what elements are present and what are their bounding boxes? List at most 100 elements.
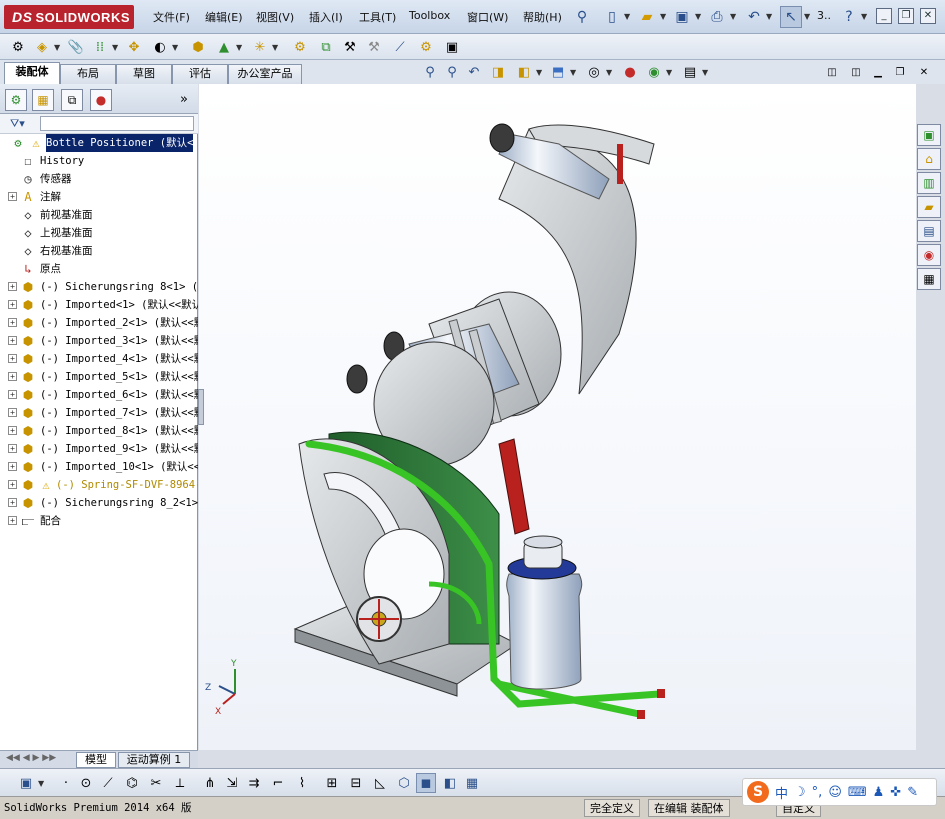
tree-root-assembly[interactable]: ⚙ ⚠ Bottle Positioner (默认<: [0, 134, 198, 152]
save-dropdown-icon[interactable]: ▼: [695, 12, 701, 21]
tab-model[interactable]: 模型: [76, 752, 116, 768]
tree-item-2[interactable]: + A 注解: [0, 188, 198, 206]
minimize-icon[interactable]: _: [876, 8, 892, 24]
tree-component-2[interactable]: + ⬢ (-) Imported<1> (默认<<默认: [0, 296, 198, 314]
polygon-icon[interactable]: ⌬: [122, 773, 142, 793]
bill-of-materials-icon[interactable]: ⚙: [290, 37, 310, 57]
tree-component-9[interactable]: + ⬢ (-) Imported_8<1> (默认<<默: [0, 422, 198, 440]
shaded-icon[interactable]: ◼: [416, 773, 436, 793]
tree-component-4[interactable]: + ⬢ (-) Imported_3<1> (默认<<默: [0, 332, 198, 350]
ime-settings-icon[interactable]: ✎: [907, 785, 918, 800]
extend-icon[interactable]: ⟂: [170, 773, 190, 793]
open-folder-icon[interactable]: ▰: [636, 6, 658, 28]
close-icon[interactable]: ✕: [920, 8, 936, 24]
dimension-icon[interactable]: ⊞: [322, 773, 342, 793]
save-bottom-dropdown-icon[interactable]: ▼: [38, 779, 44, 788]
panel-splitter-handle[interactable]: [198, 389, 204, 425]
section-bottom-icon[interactable]: ◧: [440, 773, 460, 793]
viewport-close-icon[interactable]: ✕: [914, 62, 934, 82]
tree-component-6[interactable]: + ⬢ (-) Imported_5<1> (默认<<默: [0, 368, 198, 386]
assembly-model[interactable]: Y Z X: [199, 84, 916, 750]
exploded-view-icon[interactable]: ⧉: [316, 37, 336, 57]
expand-toggle-icon[interactable]: +: [8, 192, 17, 201]
expand-panel-icon[interactable]: »: [180, 92, 188, 107]
menu-file[interactable]: 文件(F): [153, 9, 190, 25]
ime-punct-icon[interactable]: °,: [812, 785, 823, 800]
zoom-area-icon[interactable]: ⚲: [442, 62, 462, 82]
menu-help[interactable]: 帮助(H): [523, 9, 562, 25]
orientation-dropdown-icon[interactable]: ▼: [570, 68, 576, 77]
linear-pattern-icon[interactable]: ⁞⁞: [90, 37, 110, 57]
tree-component-12[interactable]: + ⬢ ⚠ (-) Spring-SF-DVF-8964-: [0, 476, 198, 494]
tab-sketch[interactable]: 草图: [116, 64, 172, 84]
convert-entities-icon[interactable]: ⇲: [222, 773, 242, 793]
select-dropdown-icon[interactable]: ▼: [804, 12, 810, 21]
filter-input[interactable]: [40, 116, 194, 131]
tree-item-5[interactable]: ◇ 右视基准面: [0, 242, 198, 260]
menu-view[interactable]: 视图(V): [256, 9, 294, 25]
relation-icon[interactable]: ◺: [370, 773, 390, 793]
new-motion-study-icon[interactable]: ✳: [250, 37, 270, 57]
mate-icon[interactable]: 📎: [66, 37, 86, 57]
part-dropdown-icon[interactable]: ▼: [54, 43, 60, 52]
zoom-to-fit-icon[interactable]: ⚲: [420, 62, 440, 82]
snapshot-icon[interactable]: ▣: [442, 37, 462, 57]
ime-user-icon[interactable]: ♟: [873, 785, 885, 800]
tab-office-products[interactable]: 办公室产品: [228, 64, 302, 84]
hide-show-items-icon[interactable]: ◎: [584, 62, 604, 82]
tab-motion-study-1[interactable]: 运动算例 1: [118, 752, 190, 768]
tree-component-8[interactable]: + ⬢ (-) Imported_7<1> (默认<<默: [0, 404, 198, 422]
explode-line-icon[interactable]: ⚒: [340, 37, 360, 57]
appearances-icon[interactable]: ◉: [917, 244, 941, 266]
smart-dimension-icon[interactable]: ⊟: [346, 773, 366, 793]
design-library-icon[interactable]: ▥: [917, 172, 941, 194]
annotation-dropdown-icon[interactable]: ▼: [536, 68, 542, 77]
corner-icon[interactable]: ⌐: [268, 773, 288, 793]
reference-dropdown-icon[interactable]: ▼: [236, 43, 242, 52]
help-dropdown-icon[interactable]: ▼: [861, 12, 867, 21]
expand-toggle-icon[interactable]: +: [8, 318, 17, 327]
open-dropdown-icon[interactable]: ▼: [660, 12, 666, 21]
hide-show-dropdown-icon[interactable]: ▼: [606, 68, 612, 77]
circle-icon[interactable]: ⊙: [76, 773, 96, 793]
ime-keyboard-icon[interactable]: ⌨: [848, 785, 867, 800]
print-icon[interactable]: ⎙: [706, 6, 728, 28]
dynamic-annotation-icon[interactable]: ◧: [514, 62, 534, 82]
expand-toggle-icon[interactable]: +: [8, 390, 17, 399]
tree-component-1[interactable]: + ⬢ (-) Sicherungsring 8<1> (默: [0, 278, 198, 296]
split-left-icon[interactable]: ◫: [822, 62, 842, 82]
assembly-feature-icon[interactable]: ⬢: [188, 37, 208, 57]
insert-component-icon[interactable]: ⚙: [8, 37, 28, 57]
save-bottom-icon[interactable]: ▣: [16, 773, 36, 793]
edit-appearance-icon[interactable]: ●: [620, 62, 640, 82]
tree-component-7[interactable]: + ⬢ (-) Imported_6<1> (默认<<默: [0, 386, 198, 404]
point-icon[interactable]: ·: [56, 773, 76, 793]
motion-dropdown-icon[interactable]: ▼: [272, 43, 278, 52]
show-hidden-icon[interactable]: ◐: [150, 37, 170, 57]
new-document-icon[interactable]: ▯: [601, 6, 623, 28]
expand-toggle-icon[interactable]: +: [8, 372, 17, 381]
split-right-icon[interactable]: ◫: [846, 62, 866, 82]
graphics-area[interactable]: Y Z X: [198, 84, 916, 750]
display-manager-tab-icon[interactable]: ●: [90, 89, 112, 111]
tab-evaluate[interactable]: 评估: [172, 64, 228, 84]
view-settings-icon[interactable]: ▤: [680, 62, 700, 82]
home-icon[interactable]: ⌂: [917, 148, 941, 170]
view-settings-dropdown-icon[interactable]: ▼: [702, 68, 708, 77]
reference-geometry-icon[interactable]: ▲: [214, 37, 234, 57]
view-palette-icon[interactable]: ▤: [917, 220, 941, 242]
new-dropdown-icon[interactable]: ▼: [624, 12, 630, 21]
feature-manager-tab-icon[interactable]: ⚙: [5, 89, 27, 111]
ime-emoji-icon[interactable]: ☺: [828, 785, 842, 800]
instant3d-icon[interactable]: ⟋: [390, 37, 410, 57]
expand-toggle-icon[interactable]: +: [8, 444, 17, 453]
tree-component-11[interactable]: + ⬢ (-) Imported_10<1> (默认<<: [0, 458, 198, 476]
tree-item-0[interactable]: ☐ History: [0, 152, 198, 170]
show-dropdown-icon[interactable]: ▼: [172, 43, 178, 52]
expand-toggle-icon[interactable]: +: [8, 426, 17, 435]
menu-insert[interactable]: 插入(I): [309, 9, 343, 25]
scene-dropdown-icon[interactable]: ▼: [666, 68, 672, 77]
tab-layout[interactable]: 布局: [60, 64, 116, 84]
menu-window[interactable]: 窗口(W): [467, 9, 508, 25]
undo-dropdown-icon[interactable]: ▼: [766, 12, 772, 21]
